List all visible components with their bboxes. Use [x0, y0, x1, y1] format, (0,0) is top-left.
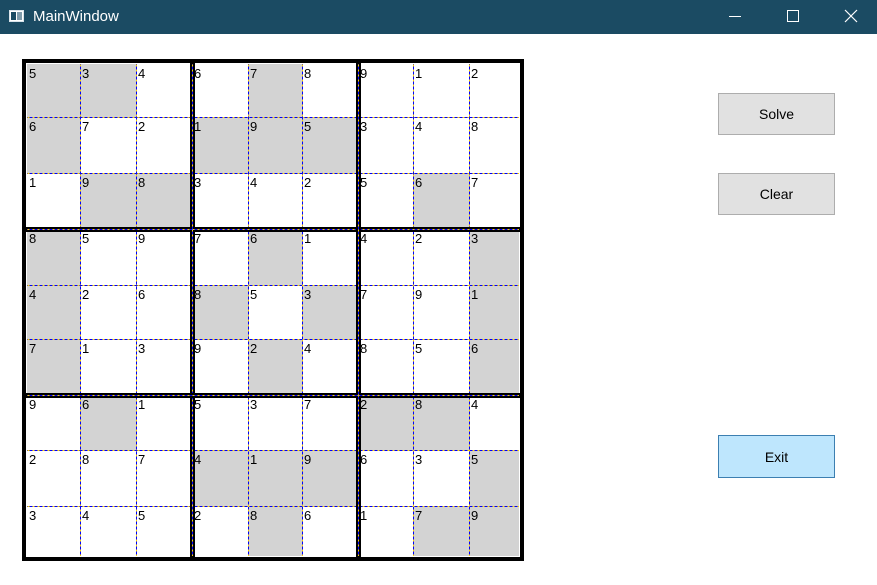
- sudoku-cell[interactable]: 9: [360, 67, 367, 81]
- sudoku-cell[interactable]: 1: [82, 342, 89, 356]
- sudoku-cell[interactable]: 2: [29, 453, 36, 467]
- sudoku-cell[interactable]: 1: [250, 453, 257, 467]
- sudoku-cell[interactable]: 3: [82, 67, 89, 81]
- sudoku-cell[interactable]: 2: [304, 176, 311, 190]
- sudoku-cell[interactable]: 7: [138, 453, 145, 467]
- sudoku-cell[interactable]: 5: [194, 398, 201, 412]
- sudoku-cell[interactable]: 4: [29, 288, 36, 302]
- sudoku-cell[interactable]: 7: [82, 120, 89, 134]
- sudoku-cell[interactable]: 8: [304, 67, 311, 81]
- sudoku-cell[interactable]: 2: [250, 342, 257, 356]
- sudoku-cell[interactable]: 2: [138, 120, 145, 134]
- sudoku-cell[interactable]: 9: [82, 176, 89, 190]
- sudoku-cell[interactable]: 2: [194, 509, 201, 523]
- sudoku-cell[interactable]: 2: [415, 232, 422, 246]
- sudoku-cell[interactable]: 6: [82, 398, 89, 412]
- sudoku-cell[interactable]: 5: [471, 453, 478, 467]
- sudoku-cell[interactable]: 4: [304, 342, 311, 356]
- sudoku-cell[interactable]: 5: [138, 509, 145, 523]
- sudoku-cell[interactable]: 9: [194, 342, 201, 356]
- sudoku-cell[interactable]: 6: [304, 509, 311, 523]
- sudoku-cell[interactable]: 9: [250, 120, 257, 134]
- clear-button[interactable]: Clear: [718, 173, 835, 215]
- sudoku-cell[interactable]: 6: [138, 288, 145, 302]
- app-window-icon: [9, 10, 24, 22]
- sudoku-cell[interactable]: 7: [29, 342, 36, 356]
- sudoku-cell[interactable]: 8: [29, 232, 36, 246]
- minimize-button[interactable]: [712, 0, 758, 34]
- sudoku-cell[interactable]: 3: [29, 509, 36, 523]
- sudoku-cell[interactable]: 3: [304, 288, 311, 302]
- sudoku-cell[interactable]: 8: [138, 176, 145, 190]
- sudoku-cell[interactable]: 7: [471, 176, 478, 190]
- sudoku-cell[interactable]: 4: [471, 398, 478, 412]
- sudoku-cell[interactable]: 7: [194, 232, 201, 246]
- sudoku-cell[interactable]: 3: [415, 453, 422, 467]
- sudoku-cell[interactable]: 7: [304, 398, 311, 412]
- sudoku-cell[interactable]: 1: [360, 509, 367, 523]
- sudoku-cell[interactable]: 8: [194, 288, 201, 302]
- sudoku-cell[interactable]: 4: [360, 232, 367, 246]
- sudoku-cell[interactable]: 1: [304, 232, 311, 246]
- sudoku-cell[interactable]: 5: [415, 342, 422, 356]
- sudoku-cell[interactable]: 5: [360, 176, 367, 190]
- sudoku-cell[interactable]: 6: [360, 453, 367, 467]
- sudoku-cell[interactable]: 6: [194, 67, 201, 81]
- sudoku-cell[interactable]: 2: [360, 398, 367, 412]
- sudoku-cell[interactable]: 1: [415, 67, 422, 81]
- sudoku-cell[interactable]: 3: [360, 120, 367, 134]
- sudoku-cell[interactable]: 8: [471, 120, 478, 134]
- sudoku-cell[interactable]: 3: [138, 342, 145, 356]
- solve-button[interactable]: Solve: [718, 93, 835, 135]
- sudoku-cell[interactable]: 1: [29, 176, 36, 190]
- sudoku-cell[interactable]: 4: [138, 67, 145, 81]
- title-bar[interactable]: MainWindow: [0, 0, 877, 34]
- sudoku-board: 5 3 4 6 7 8 9 1 2 6 7 2 1 9 5 3 4 8 1 9 8 3 4 2 5 6 7 8 5 9 7 6 1 4 2 3 4 2 6 8…: [22, 59, 524, 561]
- sudoku-cell[interactable]: 7: [415, 509, 422, 523]
- sudoku-cell[interactable]: 7: [360, 288, 367, 302]
- sudoku-grid: [22, 59, 524, 561]
- sudoku-cell[interactable]: 9: [304, 453, 311, 467]
- sudoku-cell[interactable]: 4: [250, 176, 257, 190]
- sudoku-cell[interactable]: 2: [82, 288, 89, 302]
- sudoku-cell[interactable]: 1: [194, 120, 201, 134]
- sudoku-cell[interactable]: 9: [471, 509, 478, 523]
- sudoku-cell[interactable]: 8: [360, 342, 367, 356]
- sudoku-cell[interactable]: 8: [250, 509, 257, 523]
- sudoku-cell[interactable]: 5: [29, 67, 36, 81]
- sudoku-cell[interactable]: 3: [250, 398, 257, 412]
- sudoku-cell[interactable]: 4: [415, 120, 422, 134]
- sudoku-cell[interactable]: 3: [194, 176, 201, 190]
- sudoku-cell[interactable]: 5: [82, 232, 89, 246]
- sudoku-cell[interactable]: 5: [304, 120, 311, 134]
- close-button[interactable]: [828, 0, 874, 34]
- maximize-button[interactable]: [770, 0, 816, 34]
- sudoku-cell[interactable]: 5: [250, 288, 257, 302]
- main-window: MainWindow 53467891267219534819834256785…: [0, 0, 877, 585]
- sudoku-cell[interactable]: 7: [250, 67, 257, 81]
- sudoku-cell[interactable]: 6: [415, 176, 422, 190]
- sudoku-cell[interactable]: 4: [82, 509, 89, 523]
- sudoku-cell[interactable]: 9: [29, 398, 36, 412]
- window-title: MainWindow: [33, 8, 119, 25]
- sudoku-cell[interactable]: 8: [415, 398, 422, 412]
- sudoku-cell[interactable]: 3: [471, 232, 478, 246]
- sudoku-cell[interactable]: 1: [471, 288, 478, 302]
- exit-button[interactable]: Exit: [718, 435, 835, 478]
- sudoku-cell[interactable]: 4: [194, 453, 201, 467]
- sudoku-cell[interactable]: 1: [138, 398, 145, 412]
- sudoku-cell[interactable]: 8: [82, 453, 89, 467]
- sudoku-cell[interactable]: 6: [29, 120, 36, 134]
- sudoku-cell[interactable]: 9: [138, 232, 145, 246]
- sudoku-cell[interactable]: 2: [471, 67, 478, 81]
- sudoku-cell[interactable]: 6: [471, 342, 478, 356]
- sudoku-cell[interactable]: 6: [250, 232, 257, 246]
- sudoku-cell[interactable]: 9: [415, 288, 422, 302]
